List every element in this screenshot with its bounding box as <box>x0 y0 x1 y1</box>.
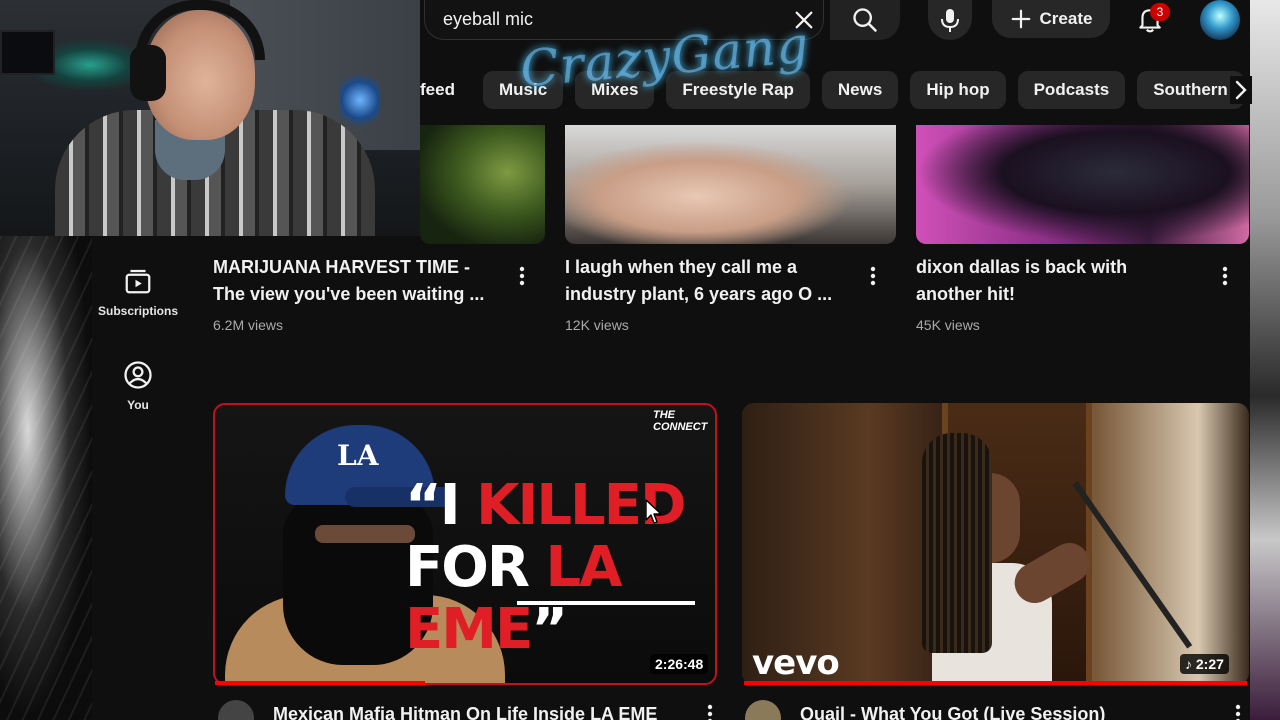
create-label: Create <box>1039 9 1093 28</box>
thumbnail-headline: “I KILLED FOR LA EME” <box>405 475 715 661</box>
more-vertical-icon <box>707 704 713 720</box>
video-title[interactable]: Mexican Mafia Hitman On Life Inside LA E… <box>273 701 657 720</box>
video-title-line: another hit! <box>916 284 1015 304</box>
video-views: 45K views <box>916 317 980 333</box>
video-title-line: industry plant, 6 years ago O ... <box>565 284 833 304</box>
headline-white-text: FOR <box>405 535 546 600</box>
search-icon <box>853 8 877 32</box>
video-thumbnail[interactable] <box>565 125 896 244</box>
sidebar-item-label: Subscriptions <box>97 304 178 318</box>
headline-underline <box>517 601 695 605</box>
video-title-line: I laugh when they call me a <box>565 257 798 277</box>
mouse-cursor-icon <box>645 499 662 524</box>
create-button[interactable]: Create <box>992 0 1110 38</box>
stream-logo-text: CrazyGang <box>518 15 812 99</box>
thumbnail-person <box>922 433 1097 685</box>
watch-progress-bar <box>744 681 1247 685</box>
more-vertical-icon <box>870 266 876 286</box>
music-note-icon: ♪ <box>1185 656 1196 672</box>
cap-logo-text: LA <box>337 439 379 472</box>
sidebar-item-you[interactable]: You <box>96 360 180 412</box>
sidebar-item-subscriptions[interactable]: Subscriptions <box>96 266 180 318</box>
video-thumbnail[interactable] <box>916 125 1249 244</box>
stream-logo-overlay: CrazyGang <box>518 15 840 110</box>
voice-search-button[interactable] <box>928 0 972 40</box>
channel-avatar[interactable] <box>218 700 254 720</box>
sidebar-item-label: You <box>127 398 149 412</box>
chip-podcasts[interactable]: Podcasts <box>1017 71 1126 109</box>
chevron-right-icon <box>1235 80 1247 100</box>
user-circle-icon <box>124 361 152 389</box>
video-thumbnail[interactable]: vevo <box>742 403 1249 685</box>
plus-icon <box>1011 9 1030 29</box>
video-duration: ♪ 2:27 <box>1180 654 1229 674</box>
video-menu-button[interactable] <box>863 264 883 288</box>
video-title-line: The view you've been waiting ... <box>213 284 485 304</box>
video-duration: 2:26:48 <box>650 654 709 674</box>
microphone-icon <box>941 9 959 32</box>
video-views: 12K views <box>565 317 629 333</box>
subscriptions-icon <box>125 269 151 294</box>
video-thumbnail[interactable] <box>420 125 545 244</box>
watch-progress-bar <box>215 681 425 685</box>
search-button[interactable] <box>830 0 900 40</box>
headline-quote: “I <box>405 473 477 538</box>
video-title-line: MARIJUANA HARVEST TIME - <box>213 257 471 277</box>
video-menu-button[interactable] <box>512 264 532 288</box>
chips-next-button[interactable] <box>1230 76 1252 104</box>
video-menu-button[interactable] <box>700 702 720 720</box>
video-title[interactable]: MARIJUANA HARVEST TIME - The view you've… <box>213 254 484 308</box>
video-title-line: dixon dallas is back with <box>916 257 1128 277</box>
youtube-search-page: eyeball mic Create 3 feed Music Mixes Fr… <box>0 0 1280 720</box>
video-menu-button[interactable] <box>1228 702 1248 720</box>
chip-southern[interactable]: Southern <box>1137 71 1244 109</box>
background-art-left <box>0 236 92 720</box>
thumbnail-brand-text: THE CONNECT <box>653 409 708 433</box>
video-duration-text: 2:27 <box>1195 656 1224 672</box>
video-thumbnail[interactable]: THE CONNECT LA “I KILLED FOR LA EME” <box>213 403 717 685</box>
more-vertical-icon <box>1222 266 1228 286</box>
channel-avatar[interactable] <box>745 700 781 720</box>
vevo-logo: vevo <box>752 643 840 683</box>
video-title[interactable]: Quail - What You Got (Live Session) <box>800 701 1105 720</box>
chip-feed[interactable]: feed <box>420 71 471 109</box>
more-vertical-icon <box>1235 704 1241 720</box>
headline-quote: ” <box>531 597 568 662</box>
webcam-overlay <box>0 0 420 236</box>
account-avatar[interactable] <box>1200 0 1240 40</box>
chip-hip-hop[interactable]: Hip hop <box>910 71 1006 109</box>
video-menu-button[interactable] <box>1215 264 1235 288</box>
more-vertical-icon <box>519 266 525 286</box>
video-title[interactable]: dixon dallas is back with another hit! <box>916 254 1127 308</box>
notification-count-badge: 3 <box>1150 3 1170 21</box>
video-views: 6.2M views <box>213 317 284 333</box>
video-title[interactable]: I laugh when they call me a industry pla… <box>565 254 832 308</box>
background-art-right <box>1250 0 1280 720</box>
